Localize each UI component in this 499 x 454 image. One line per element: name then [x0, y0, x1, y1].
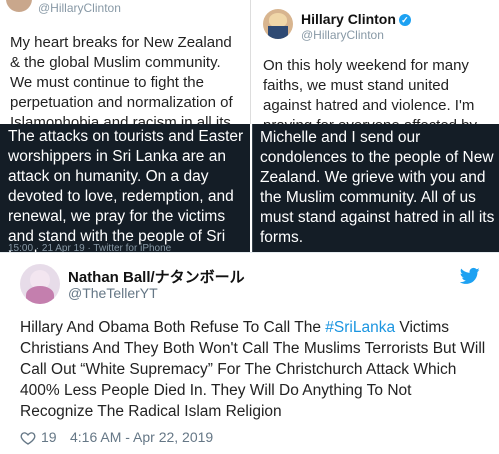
hashtag-link[interactable]: #SriLanka [325, 319, 395, 336]
heart-icon [20, 432, 36, 445]
tweet-handle[interactable]: @HillaryClinton [38, 1, 121, 15]
tweet-handle[interactable]: @TheTellerYT [68, 285, 158, 301]
avatar[interactable] [263, 9, 293, 39]
tweet-footer: 15:00 · 21 Apr 19 · Twitter for iPhone [8, 243, 172, 252]
dark-tweet-left: The attacks on tourists and Easter worsh… [0, 124, 250, 252]
avatar[interactable] [20, 264, 60, 304]
avatar[interactable] [6, 0, 32, 12]
tweet-handle[interactable]: @HillaryClinton [301, 28, 384, 42]
verified-badge-icon: ✓ [398, 14, 411, 27]
author-name-text: Hillary Clinton [301, 11, 396, 27]
tweet-text: On this holy weekend for many faiths, we… [263, 57, 477, 124]
tweet-timestamp[interactable]: 4:16 AM - Apr 22, 2019 [70, 429, 213, 445]
main-tweet-card: Nathan Ball/ナタンボール @TheTellerYT Hillary … [0, 252, 499, 454]
tweet-author-name[interactable]: Hillary Clinton ✓ [301, 11, 411, 27]
tweet-text-part1: Hillary And Obama Both Refuse To Call Th… [20, 319, 326, 336]
like-count: 19 [41, 429, 57, 445]
tweet-text: Michelle and I send our condolences to t… [260, 129, 495, 246]
tweet-card-right-top: Hillary Clinton ✓ @HillaryClinton On this… [251, 0, 499, 124]
tweet-text: Hillary And Obama Both Refuse To Call Th… [20, 317, 486, 422]
tweet-author-name[interactable]: Nathan Ball/ナタンボール [68, 266, 245, 287]
tweet-text: My heart breaks for New Zealand & the gl… [10, 34, 233, 124]
tweet-text: The attacks on tourists and Easter worsh… [8, 128, 244, 252]
dark-tweet-right: Michelle and I send our condolences to t… [252, 124, 499, 252]
twitter-bird-icon[interactable] [460, 266, 480, 286]
tweet-card-left-top: @HillaryClinton My heart breaks for New … [0, 0, 251, 124]
